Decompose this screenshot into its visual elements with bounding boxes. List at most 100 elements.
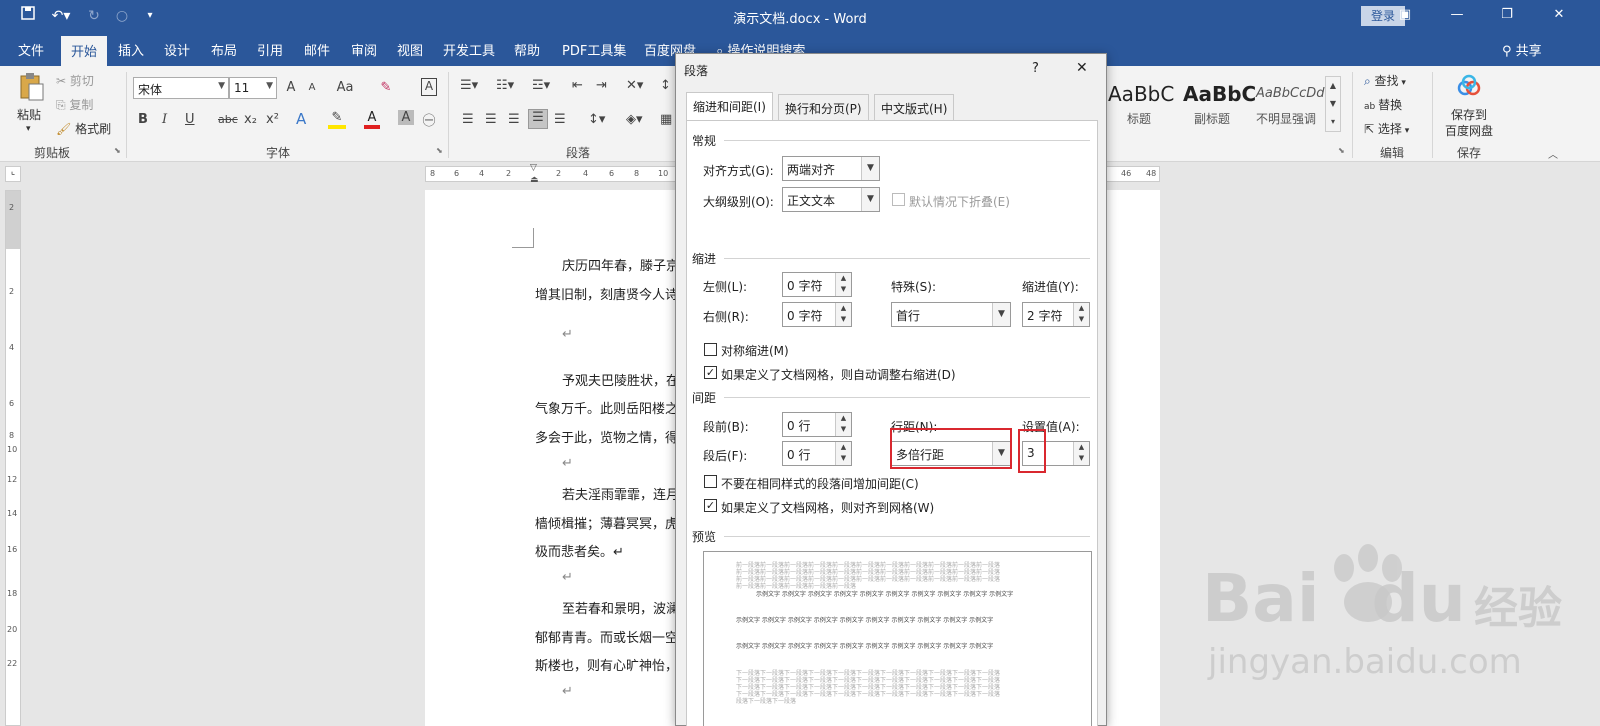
increase-indent-icon[interactable]: ⇥ — [596, 78, 607, 93]
align-left-icon[interactable]: ☰ — [462, 112, 474, 127]
doc-line[interactable]: 斯楼也，则有心旷神怡， — [535, 655, 678, 674]
style-subtle-emphasis-preview[interactable]: AaBbCcDd — [1256, 86, 1325, 101]
spinner-buttons[interactable]: ▲ ▼ — [835, 413, 851, 436]
borders-icon[interactable]: ▦ — [660, 112, 672, 127]
doc-line[interactable]: 予观夫巴陵胜状，在 — [562, 370, 679, 389]
distributed-icon[interactable]: ☰ — [554, 112, 566, 127]
chinese-layout-icon[interactable]: ✕▾ — [626, 78, 643, 93]
close-window-icon[interactable]: ✕ — [1546, 4, 1572, 26]
tab-mailings[interactable]: 邮件 — [304, 40, 330, 59]
save-to-netdisk-label1[interactable]: 保存到 — [1451, 106, 1487, 123]
indent-right-spinner[interactable]: 0 字符 ▲ ▼ — [782, 302, 852, 327]
tab-line-page-breaks[interactable]: 换行和分页(P) — [778, 94, 869, 120]
tab-developer[interactable]: 开发工具 — [443, 40, 495, 59]
styles-launcher-icon[interactable]: ⬊ — [1338, 146, 1345, 155]
style-title-preview[interactable]: AaBbC — [1108, 82, 1174, 106]
cut-button[interactable]: ✂ 剪切 — [56, 72, 94, 89]
styles-scroll-icon[interactable]: ▲ ▼ ▾ — [1325, 76, 1341, 132]
sort-icon[interactable]: ↕ — [660, 78, 671, 93]
decrease-indent-icon[interactable]: ⇤ — [572, 78, 583, 93]
clear-format-icon[interactable]: ✎ — [378, 80, 394, 95]
clipboard-launcher-icon[interactable]: ⬊ — [114, 146, 121, 155]
no-space-same-style-checkbox[interactable] — [704, 475, 717, 488]
spinner-buttons[interactable]: ▲ ▼ — [835, 273, 851, 296]
save-to-netdisk-label2[interactable]: 百度网盘 — [1445, 122, 1493, 139]
restore-icon[interactable]: ❐ — [1494, 4, 1520, 26]
font-name-combo[interactable]: 宋体 ▼ — [133, 77, 229, 99]
help-icon[interactable]: ? — [1032, 61, 1039, 76]
doc-line[interactable]: 增其旧制，刻唐贤今人诗 — [535, 284, 678, 303]
tab-design[interactable]: 设计 — [164, 40, 190, 59]
format-painter-button[interactable]: 🖌 格式刷 — [56, 120, 111, 137]
tab-pdf-tools[interactable]: PDF工具集 — [562, 40, 626, 59]
doc-line[interactable]: 庆历四年春，滕子京 — [562, 255, 679, 274]
tab-view[interactable]: 视图 — [397, 40, 423, 59]
doc-line[interactable]: 多会于此，览物之情，得 — [535, 427, 678, 446]
style-subtitle-preview[interactable]: AaBbC — [1183, 82, 1256, 106]
tab-help[interactable]: 帮助 — [514, 40, 540, 59]
share-button[interactable]: ⚲ 共享 — [1502, 40, 1542, 59]
minimize-icon[interactable]: — — [1444, 4, 1470, 26]
tab-insert[interactable]: 插入 — [118, 40, 144, 59]
font-color-icon[interactable]: A — [364, 110, 380, 129]
doc-line[interactable]: 至若春和景明，波澜 — [562, 598, 679, 617]
indent-by-spinner[interactable]: 2 字符 ▲ ▼ — [1022, 302, 1090, 327]
doc-line[interactable]: 极而悲者矣。↵ — [535, 541, 624, 560]
tab-review[interactable]: 审阅 — [351, 40, 377, 59]
alignment-select[interactable]: 两端对齐 ▼ — [782, 156, 880, 181]
highlight-icon[interactable]: ✎ — [328, 110, 346, 129]
font-size-combo[interactable]: 11 ▼ — [229, 77, 277, 99]
spinner-buttons[interactable]: ▲ ▼ — [1073, 442, 1089, 465]
tab-layout[interactable]: 布局 — [211, 40, 237, 59]
grow-font-icon[interactable]: A — [284, 80, 298, 95]
tab-references[interactable]: 引用 — [257, 40, 283, 59]
ribbon-display-icon[interactable]: ▣ — [1392, 4, 1418, 26]
auto-adjust-checkbox[interactable]: ✓ — [704, 366, 717, 379]
spinner-buttons[interactable]: ▲ ▼ — [835, 303, 851, 326]
doc-line[interactable]: 若夫淫雨霏霏，连月 — [562, 484, 679, 503]
char-border-icon[interactable]: A — [421, 78, 437, 96]
bold-icon[interactable]: B — [138, 112, 148, 127]
outline-level-select[interactable]: 正文文本 ▼ — [782, 187, 880, 212]
doc-line[interactable]: 郁郁青青。而或长烟一空 — [535, 627, 678, 646]
paste-dropdown-icon[interactable]: ▾ — [26, 124, 31, 134]
tab-selector-icon[interactable]: ⌞ — [5, 166, 21, 182]
mirror-indents-checkbox[interactable] — [704, 343, 717, 356]
line-spacing-icon[interactable]: ↕▾ — [588, 112, 605, 127]
bullets-icon[interactable]: ☰▾ — [460, 78, 478, 93]
font-launcher-icon[interactable]: ⬊ — [436, 146, 443, 155]
strikethrough-icon[interactable]: abc — [218, 113, 238, 126]
superscript-icon[interactable]: x² — [266, 112, 279, 127]
spinner-buttons[interactable]: ▲ ▼ — [1073, 303, 1089, 326]
align-center-icon[interactable]: ☰ — [485, 112, 497, 127]
align-right-icon[interactable]: ☰ — [508, 112, 520, 127]
char-shading-icon[interactable]: A — [398, 110, 414, 125]
snap-to-grid-checkbox[interactable]: ✓ — [704, 499, 717, 512]
vertical-ruler[interactable]: 2 2 4 6 8 10 12 14 16 18 20 22 — [5, 190, 21, 726]
copy-button[interactable]: ⎘ 复制 — [56, 96, 93, 113]
find-button[interactable]: ⌕ 查找 ▾ — [1364, 72, 1406, 89]
enclose-char-icon[interactable]: ㊀ — [421, 110, 437, 129]
change-case-icon[interactable]: Aa — [334, 80, 356, 95]
space-before-spinner[interactable]: 0 行 ▲ ▼ — [782, 412, 852, 437]
space-after-spinner[interactable]: 0 行 ▲ ▼ — [782, 441, 852, 466]
special-select[interactable]: 首行 ▼ — [891, 302, 1011, 327]
subscript-icon[interactable]: x₂ — [244, 112, 257, 127]
replace-button[interactable]: ab 替换 — [1364, 96, 1402, 113]
baidu-cloud-icon[interactable] — [1456, 74, 1482, 100]
italic-icon[interactable]: I — [162, 112, 167, 127]
text-effects-icon[interactable]: A — [296, 110, 306, 128]
numbering-icon[interactable]: ☷▾ — [496, 78, 514, 93]
select-button[interactable]: ⇱ 选择 ▾ — [1364, 120, 1409, 137]
multilevel-list-icon[interactable]: ☲▾ — [532, 78, 550, 93]
doc-line[interactable]: 樯倾楫摧；薄暮冥冥，虎 — [535, 513, 678, 532]
close-icon[interactable]: ✕ — [1076, 60, 1088, 76]
collapse-checkbox[interactable] — [892, 193, 905, 206]
doc-line[interactable]: 气象万千。此则岳阳楼之 — [535, 398, 678, 417]
shading-icon[interactable]: ◈▾ — [626, 112, 643, 127]
justify-icon[interactable]: ☰ — [528, 109, 548, 129]
paste-button[interactable]: 粘贴 — [17, 106, 41, 123]
underline-icon[interactable]: U — [185, 112, 195, 127]
collapse-ribbon-icon[interactable]: ︿ — [1548, 146, 1558, 161]
indent-marker-icon[interactable]: ⏏ — [530, 175, 539, 185]
